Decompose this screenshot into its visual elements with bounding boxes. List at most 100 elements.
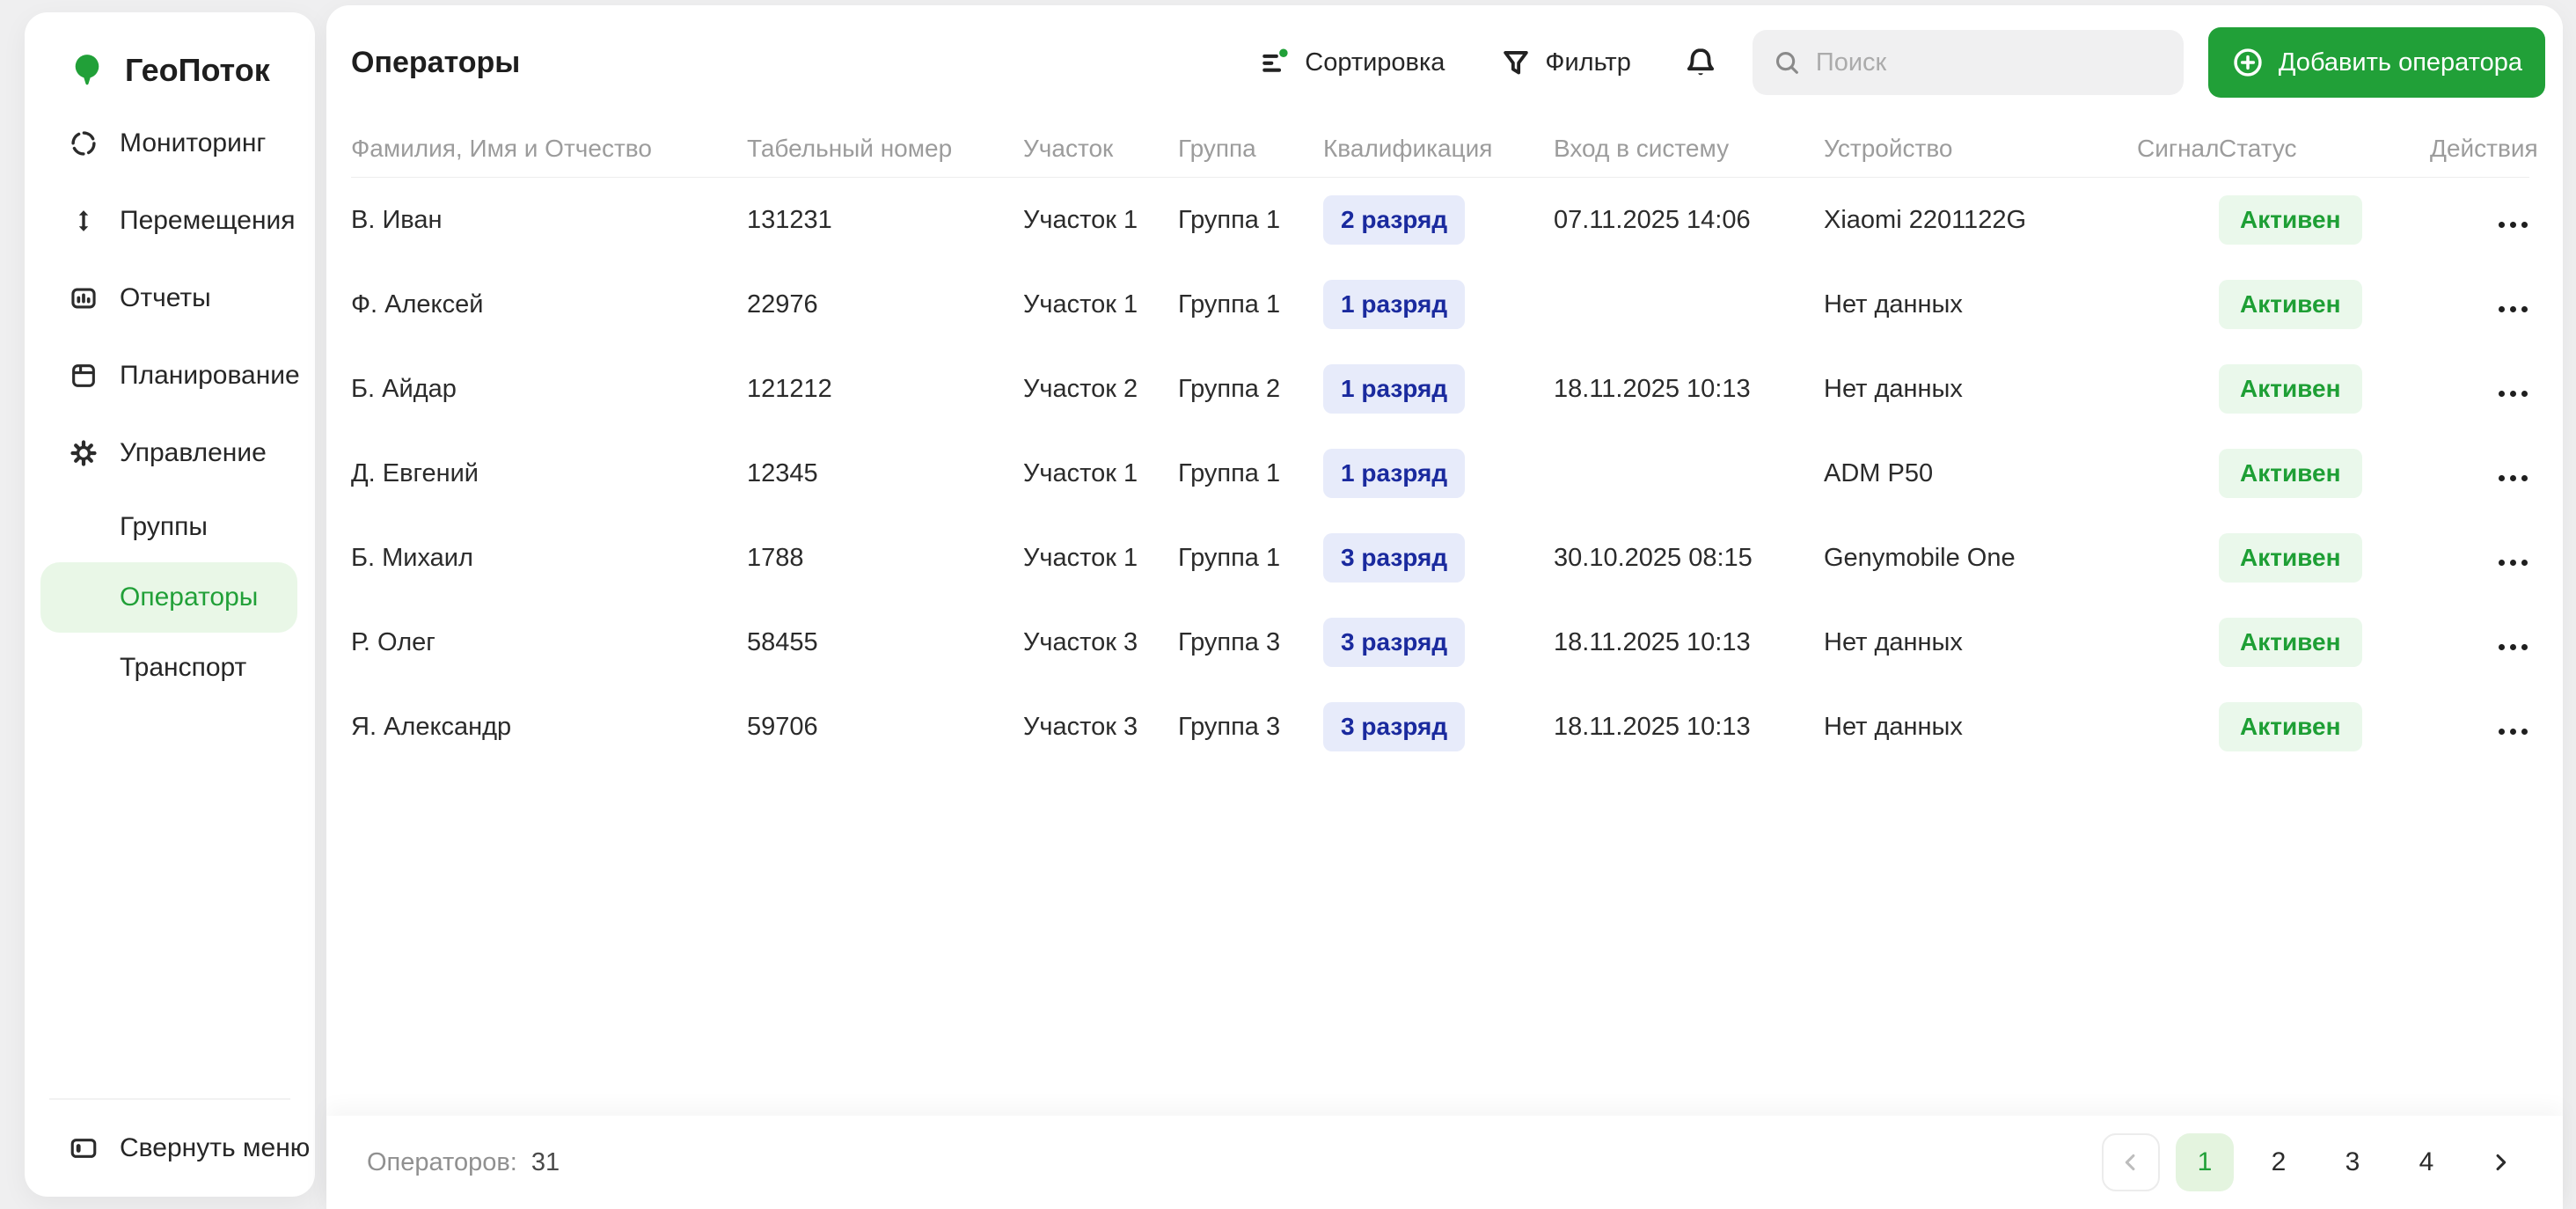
operator-name: В. Иван [351, 205, 443, 234]
bar-chart-icon [69, 283, 99, 313]
tab-number: 59706 [747, 712, 818, 741]
main-panel: Операторы Сортировка Фильтр Поиск Добави… [326, 5, 2563, 1209]
last-login: 30.10.2025 08:15 [1554, 543, 1753, 572]
operator-name: Ф. Алексей [351, 289, 484, 319]
column-header-last-login: Вход в систему [1554, 134, 1730, 162]
table-row[interactable]: Б. Айдар 121212 Участок 2 Группа 2 1 раз… [351, 347, 2529, 431]
section: Участок 3 [1023, 627, 1138, 656]
page-button-2[interactable]: 2 [2250, 1133, 2308, 1191]
app-logo: ГеоПоток [25, 12, 315, 93]
pagination-pages: 1234 [2176, 1133, 2455, 1191]
tab-number: 22976 [747, 289, 818, 319]
previous-page-button[interactable] [2102, 1133, 2160, 1191]
page-title: Операторы [351, 45, 521, 79]
row-actions-button[interactable] [2497, 554, 2529, 571]
bell-icon [1682, 44, 1719, 81]
page-button-4[interactable]: 4 [2397, 1133, 2455, 1191]
tab-number: 121212 [747, 374, 832, 403]
column-header-name: Фамилия, Имя и Отчество [351, 134, 652, 162]
column-header-status: Статус [2219, 134, 2297, 162]
operator-name: Я. Александр [351, 712, 512, 741]
status-badge: Активен [2219, 533, 2362, 583]
row-actions-button[interactable] [2497, 216, 2529, 233]
table-row[interactable]: Я. Александр 59706 Участок 3 Группа 3 3 … [351, 685, 2529, 769]
device: Нет данных [1824, 374, 1963, 403]
section: Участок 2 [1023, 374, 1138, 403]
add-operator-button[interactable]: Добавить оператора [2207, 27, 2545, 98]
next-page-button[interactable] [2471, 1133, 2529, 1191]
geopotok-logo-icon [69, 52, 106, 89]
group: Группа 3 [1178, 712, 1281, 741]
sidebar-subitem-operators[interactable]: Операторы [40, 562, 297, 633]
sidebar-item-label: Управление [120, 438, 267, 467]
sidebar-item-monitoring[interactable]: Мониторинг [25, 105, 315, 182]
column-header-qualification: Квалификация [1323, 134, 1493, 162]
table-row[interactable]: Ф. Алексей 22976 Участок 1 Группа 1 1 ра… [351, 262, 2529, 347]
notifications-button[interactable] [1682, 44, 1719, 81]
status-badge: Активен [2219, 702, 2362, 751]
row-actions-button[interactable] [2497, 385, 2529, 402]
sort-button[interactable]: Сортировка [1259, 46, 1445, 79]
section: Участок 1 [1023, 289, 1138, 319]
group: Группа 1 [1178, 205, 1281, 234]
sidebar-subitem-transport[interactable]: Транспорт [40, 633, 297, 703]
status-badge: Активен [2219, 449, 2362, 498]
page-button-3[interactable]: 3 [2324, 1133, 2382, 1191]
pagination: 1234 [2102, 1133, 2529, 1191]
tab-number: 1788 [747, 543, 804, 572]
qualification-badge: 1 разряд [1323, 364, 1466, 414]
row-actions-button[interactable] [2497, 639, 2529, 656]
group: Группа 2 [1178, 374, 1281, 403]
table-row[interactable]: Б. Михаил 1788 Участок 1 Группа 1 3 разр… [351, 516, 2529, 600]
qualification-badge: 2 разряд [1323, 195, 1466, 245]
device: Xiaomi 2201122G [1824, 205, 2027, 234]
status-badge: Активен [2219, 195, 2362, 245]
device: Genymobile One [1824, 543, 2016, 572]
group: Группа 1 [1178, 289, 1281, 319]
sidebar-item-label: Мониторинг [120, 128, 267, 158]
filter-button[interactable]: Фильтр [1499, 46, 1631, 79]
status-badge: Активен [2219, 618, 2362, 667]
section: Участок 3 [1023, 712, 1138, 741]
sidebar-item-planning[interactable]: Планирование [25, 337, 315, 414]
table-row[interactable]: Д. Евгений 12345 Участок 1 Группа 1 1 ра… [351, 431, 2529, 516]
operators-table: Фамилия, Имя и Отчество Табельный номер … [351, 120, 2538, 769]
sidebar-item-management[interactable]: Управление [25, 414, 315, 492]
sidebar-subitem-label: Операторы [120, 583, 259, 612]
sidebar-item-reports[interactable]: Отчеты [25, 260, 315, 337]
section: Участок 1 [1023, 205, 1138, 234]
sidebar-bottom: Свернуть меню [25, 1098, 315, 1197]
monitoring-icon [69, 128, 99, 158]
row-actions-button[interactable] [2497, 723, 2529, 740]
column-header-signal: Сигнал [2137, 134, 2220, 162]
device: ADM P50 [1824, 458, 1934, 487]
sidebar-subitem-groups[interactable]: Группы [40, 492, 297, 562]
group: Группа 3 [1178, 627, 1281, 656]
qualification-badge: 3 разряд [1323, 702, 1466, 751]
device: Нет данных [1824, 712, 1963, 741]
search-icon [1772, 48, 1802, 77]
row-actions-button[interactable] [2497, 470, 2529, 487]
sidebar: ГеоПоток Мониторинг Перемещения Отчеты П… [25, 12, 315, 1197]
collapse-menu-button[interactable]: Свернуть меню [25, 1100, 315, 1197]
table-body: В. Иван 131231 Участок 1 Группа 1 2 разр… [351, 178, 2529, 769]
gear-icon [69, 438, 99, 468]
search-input[interactable] [1815, 48, 2164, 77]
sidebar-item-movements[interactable]: Перемещения [25, 182, 315, 260]
operator-name: Б. Михаил [351, 543, 473, 572]
last-login: 18.11.2025 10:13 [1554, 374, 1751, 403]
up-down-arrows-icon [69, 206, 99, 236]
app-title: ГеоПоток [125, 52, 270, 88]
management-submenu: Группы Операторы Транспорт [25, 492, 315, 703]
operators-count-value: 31 [531, 1147, 560, 1176]
sort-icon [1259, 46, 1292, 79]
main-header: Операторы Сортировка Фильтр Поиск Добави… [326, 5, 2563, 120]
table-row[interactable]: В. Иван 131231 Участок 1 Группа 1 2 разр… [351, 178, 2529, 262]
row-actions-button[interactable] [2497, 301, 2529, 318]
plus-circle-icon [2231, 46, 2265, 79]
status-badge: Активен [2219, 280, 2362, 329]
table-row[interactable]: Р. Олег 58455 Участок 3 Группа 3 3 разря… [351, 600, 2529, 685]
page-button-1[interactable]: 1 [2176, 1133, 2234, 1191]
operators-count-label: Операторов: [367, 1147, 517, 1176]
group: Группа 1 [1178, 458, 1281, 487]
